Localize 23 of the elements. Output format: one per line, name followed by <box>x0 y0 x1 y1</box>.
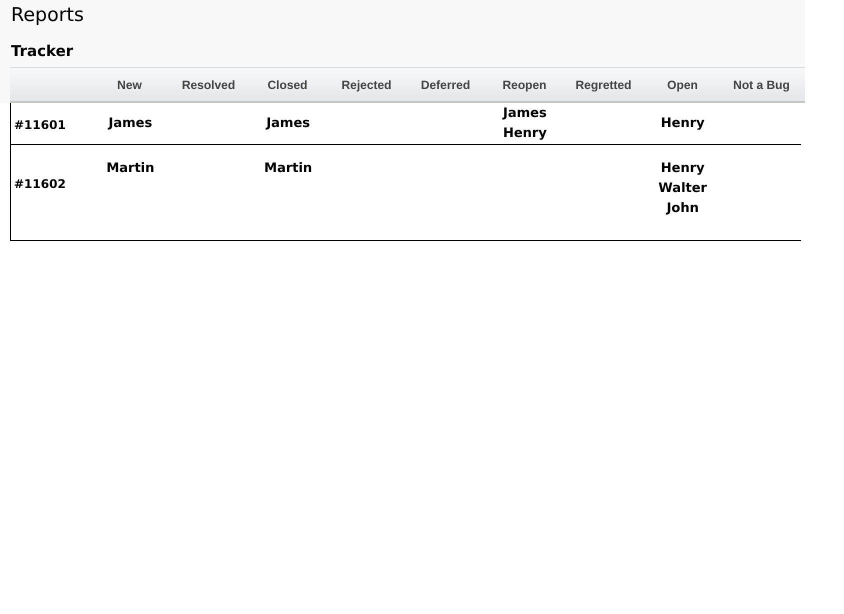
assignee-name: Henry <box>660 160 705 178</box>
assignee-name: Martin <box>264 160 312 178</box>
assignee-name: James <box>108 114 152 132</box>
column-header: Not a Bug <box>733 76 790 94</box>
column-header: New <box>117 76 142 94</box>
assignee-name: James <box>266 114 310 132</box>
page-title: Reports <box>11 3 84 27</box>
column-header: Regretted <box>575 76 632 94</box>
column-header: Open <box>667 76 698 94</box>
assignee-name: Walter <box>658 180 707 198</box>
assignee-name: James <box>503 104 547 122</box>
column-header: Rejected <box>341 76 392 94</box>
column-header: Reopen <box>502 76 546 94</box>
assignee-name: Henry <box>502 124 547 142</box>
section-title: Tracker <box>11 41 74 61</box>
ticket-id: #11602 <box>14 177 66 191</box>
column-header: Resolved <box>182 76 236 94</box>
assignee-name: Henry <box>660 114 705 132</box>
ticket-id: #11601 <box>14 118 66 132</box>
assignee-name: Martin <box>106 160 154 178</box>
assignee-name: John <box>666 200 699 218</box>
column-header: Deferred <box>420 76 470 94</box>
column-header: Closed <box>267 76 308 94</box>
